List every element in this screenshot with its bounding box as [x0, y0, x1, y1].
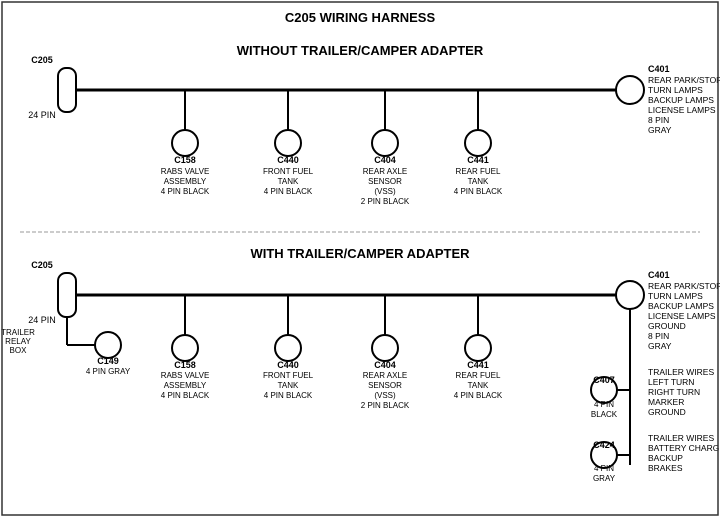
- c440-label-1: C440: [277, 155, 299, 165]
- c441-s2-desc2: TANK: [468, 381, 489, 390]
- c404-desc2: SENSOR: [368, 177, 402, 186]
- c404-desc3: (VSS): [374, 187, 396, 196]
- c407-pins: 4 PIN: [594, 400, 614, 409]
- c441-desc2: TANK: [468, 177, 489, 186]
- c441-desc1: REAR FUEL: [456, 167, 501, 176]
- trailer-relay-label: TRAILER: [1, 328, 35, 337]
- page-title: C205 WIRING HARNESS: [285, 10, 436, 25]
- c158-label-1: C158: [174, 155, 196, 165]
- c407-desc3: RIGHT TURN: [648, 387, 700, 397]
- c401-color-1: GRAY: [648, 125, 672, 135]
- c441-s2-desc3: 4 PIN BLACK: [454, 391, 503, 400]
- c424-desc3: BACKUP: [648, 453, 683, 463]
- c158-s2-desc2: ASSEMBLY: [164, 381, 207, 390]
- c404-label-2: C404: [374, 360, 396, 370]
- c404-s2-desc1: REAR AXLE: [363, 371, 407, 380]
- c407-label: C407: [593, 375, 615, 385]
- c401-pins-1: 8 PIN: [648, 115, 669, 125]
- c158-desc1: RABS VALVE: [161, 167, 210, 176]
- c401-desc1-4: LICENSE LAMPS: [648, 105, 716, 115]
- c401-label-2: C401: [648, 270, 670, 280]
- c158-s2-desc3: 4 PIN BLACK: [161, 391, 210, 400]
- c401-desc1-1: REAR PARK/STOP: [648, 75, 720, 85]
- c401-desc2-3: BACKUP LAMPS: [648, 301, 714, 311]
- c441-desc3: 4 PIN BLACK: [454, 187, 503, 196]
- c407-desc2: LEFT TURN: [648, 377, 694, 387]
- c404-s2-desc4: 2 PIN BLACK: [361, 401, 410, 410]
- diagram-container: C205 WIRING HARNESS WITHOUT TRAILER/CAMP…: [0, 0, 720, 517]
- c404-s2-desc2: SENSOR: [368, 381, 402, 390]
- c158-label-2: C158: [174, 360, 196, 370]
- c440-label-2: C440: [277, 360, 299, 370]
- c404-connector-1: [372, 130, 398, 156]
- c205-pins-2: 24 PIN: [28, 315, 56, 325]
- c149-desc: 4 PIN GRAY: [86, 367, 131, 376]
- c441-connector-2: [465, 335, 491, 361]
- c401-desc2-5: GROUND: [648, 321, 686, 331]
- c401-desc1-2: TURN LAMPS: [648, 85, 703, 95]
- c404-s2-desc3: (VSS): [374, 391, 396, 400]
- c440-desc1: FRONT FUEL: [263, 167, 314, 176]
- c407-desc1: TRAILER WIRES: [648, 367, 714, 377]
- c401-desc2-4: LICENSE LAMPS: [648, 311, 716, 321]
- c424-label: C424: [593, 440, 615, 450]
- c440-connector-1: [275, 130, 301, 156]
- c401-desc2-1: REAR PARK/STOP: [648, 281, 720, 291]
- c149-connector: [95, 332, 121, 358]
- c205-connector-2: [58, 273, 76, 317]
- c424-color: GRAY: [593, 474, 616, 483]
- c407-desc4: MARKER: [648, 397, 684, 407]
- c440-desc3: 4 PIN BLACK: [264, 187, 313, 196]
- c424-pins: 4 PIN: [594, 464, 614, 473]
- c441-connector-1: [465, 130, 491, 156]
- c205-pins-1: 24 PIN: [28, 110, 56, 120]
- c401-color-2: GRAY: [648, 341, 672, 351]
- c401-desc2-2: TURN LAMPS: [648, 291, 703, 301]
- c158-desc3: 4 PIN BLACK: [161, 187, 210, 196]
- section2-label: WITH TRAILER/CAMPER ADAPTER: [250, 246, 470, 261]
- c158-desc2: ASSEMBLY: [164, 177, 207, 186]
- c441-s2-desc1: REAR FUEL: [456, 371, 501, 380]
- c440-s2-desc2: TANK: [278, 381, 299, 390]
- c158-connector-2: [172, 335, 198, 361]
- c401-pins-2: 8 PIN: [648, 331, 669, 341]
- c404-desc1: REAR AXLE: [363, 167, 407, 176]
- section1-label: WITHOUT TRAILER/CAMPER ADAPTER: [237, 43, 484, 58]
- c404-label-1: C404: [374, 155, 396, 165]
- c424-desc1: TRAILER WIRES: [648, 433, 714, 443]
- c404-desc4: 2 PIN BLACK: [361, 197, 410, 206]
- c440-desc2: TANK: [278, 177, 299, 186]
- c401-connector-2: [616, 281, 644, 309]
- c205-label-2: C205: [31, 260, 53, 270]
- c205-label-1: C205: [31, 55, 53, 65]
- c401-connector-1: [616, 76, 644, 104]
- wiring-diagram-svg: C205 WIRING HARNESS WITHOUT TRAILER/CAMP…: [0, 0, 720, 517]
- c404-connector-2: [372, 335, 398, 361]
- c407-desc5: GROUND: [648, 407, 686, 417]
- c158-connector-1: [172, 130, 198, 156]
- c158-s2-desc1: RABS VALVE: [161, 371, 210, 380]
- c441-label-2: C441: [467, 360, 489, 370]
- trailer-relay-label2: RELAY: [5, 337, 31, 346]
- c440-connector-2: [275, 335, 301, 361]
- c149-label: C149: [97, 356, 119, 366]
- trailer-relay-label3: BOX: [10, 346, 28, 355]
- c440-s2-desc1: FRONT FUEL: [263, 371, 314, 380]
- c407-color: BLACK: [591, 410, 618, 419]
- c424-desc2: BATTERY CHARGE: [648, 443, 720, 453]
- c424-desc4: BRAKES: [648, 463, 683, 473]
- c401-desc1-3: BACKUP LAMPS: [648, 95, 714, 105]
- c440-s2-desc3: 4 PIN BLACK: [264, 391, 313, 400]
- c205-connector-1: [58, 68, 76, 112]
- c401-label-1: C401: [648, 64, 670, 74]
- c441-label-1: C441: [467, 155, 489, 165]
